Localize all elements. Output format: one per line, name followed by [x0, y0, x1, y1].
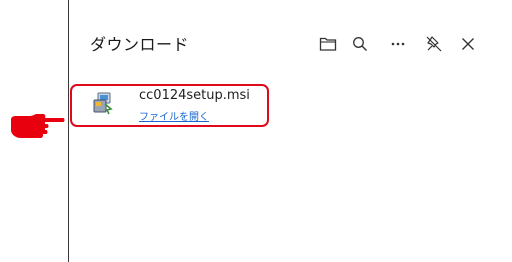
more-options-icon [391, 42, 405, 46]
unpin-button[interactable] [420, 30, 448, 58]
downloads-panel: ダウンロード cc0124setup.msi ファイルを開く [68, 0, 512, 262]
pointing-hand-icon [11, 114, 65, 138]
panel-title: ダウンロード [90, 35, 190, 54]
unpin-icon [426, 36, 442, 52]
folder-icon [319, 37, 337, 51]
search-downloads-button[interactable] [346, 30, 374, 58]
more-options-button[interactable] [384, 30, 412, 58]
search-icon [353, 37, 367, 51]
open-downloads-folder-button[interactable] [314, 30, 342, 58]
close-icon [462, 38, 474, 50]
close-panel-button[interactable] [454, 30, 482, 58]
highlight-box [70, 84, 269, 127]
